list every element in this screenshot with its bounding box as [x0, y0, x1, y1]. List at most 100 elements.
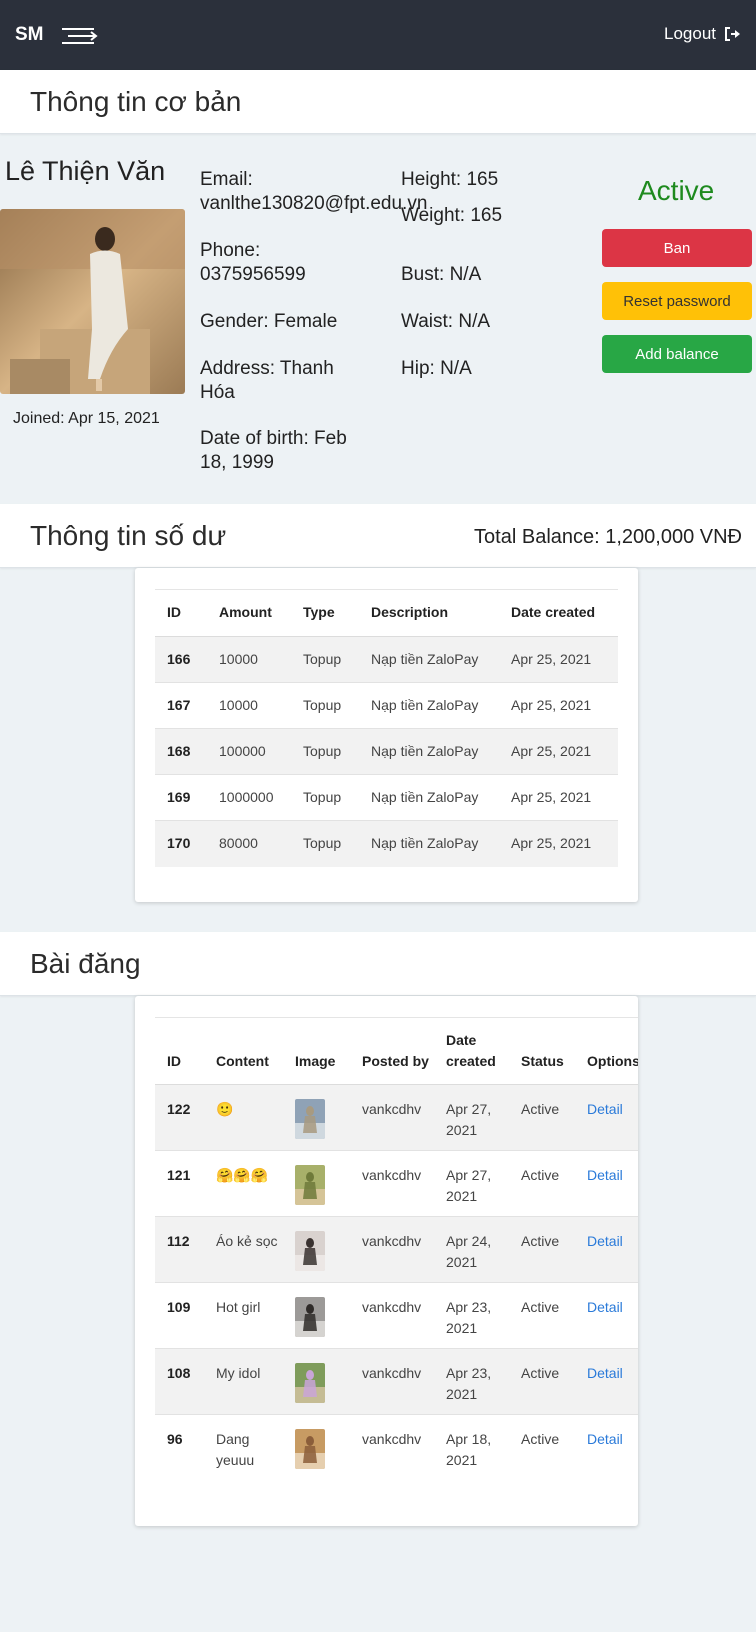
- balance-cell: 169: [155, 774, 207, 821]
- detail-link[interactable]: Detail: [575, 1414, 638, 1481]
- post-status: Active: [509, 1348, 575, 1415]
- detail-link[interactable]: Detail: [575, 1348, 638, 1415]
- user-avatar: [0, 209, 185, 394]
- bust-field: Bust: N/A: [401, 264, 482, 285]
- post-content: 🙂: [204, 1084, 283, 1151]
- balance-cell: Topup: [291, 820, 359, 867]
- posts-header-cell: Status: [509, 1017, 575, 1085]
- detail-link[interactable]: Detail: [575, 1216, 638, 1283]
- table-row: 108 My idol vankcdhv Apr 23, 2021 Active Deta…: [155, 1348, 638, 1415]
- balance-cell: Apr 25, 2021: [499, 728, 618, 775]
- balance-cell: 10000: [207, 636, 291, 683]
- post-content: My idol: [204, 1348, 283, 1415]
- post-author: vankcdhv: [350, 1414, 434, 1481]
- posts-header: Bài đăng: [0, 932, 756, 996]
- post-status: Active: [509, 1414, 575, 1481]
- post-thumbnail[interactable]: [295, 1099, 325, 1139]
- post-content: Áo kẻ sọc: [204, 1216, 283, 1283]
- balance-table: ID Amount Type Description Date created 166 1…: [155, 589, 618, 867]
- detail-link[interactable]: Detail: [575, 1282, 638, 1349]
- post-date: Apr 18, 2021: [434, 1414, 509, 1481]
- table-row: 169 1000000 Topup Nạp tiền ZaloPay Apr 25, 2…: [155, 774, 618, 821]
- brand-logo[interactable]: SM: [15, 24, 44, 46]
- post-image-cell: [283, 1282, 350, 1349]
- basic-info-header: Thông tin cơ bản: [0, 70, 756, 134]
- post-thumbnail[interactable]: [295, 1363, 325, 1403]
- post-id: 121: [155, 1150, 204, 1217]
- posts-card: ID Content Image Posted by Date created Statu…: [135, 996, 638, 1526]
- post-author: vankcdhv: [350, 1348, 434, 1415]
- post-date: Apr 27, 2021: [434, 1150, 509, 1217]
- post-thumbnail[interactable]: [295, 1165, 325, 1205]
- table-row: 166 10000 Topup Nạp tiền ZaloPay Apr 25, 202…: [155, 636, 618, 683]
- balance-cell: 10000: [207, 682, 291, 729]
- post-author: vankcdhv: [350, 1282, 434, 1349]
- balance-header-cell: Description: [359, 589, 499, 637]
- post-id: 112: [155, 1216, 204, 1283]
- posts-header-cell: Options: [575, 1017, 638, 1085]
- balance-cell: Topup: [291, 774, 359, 821]
- balance-header-cell: ID: [155, 589, 207, 637]
- balance-cell: 100000: [207, 728, 291, 775]
- joined-date: Joined: Apr 15, 2021: [13, 410, 160, 427]
- post-thumbnail[interactable]: [295, 1429, 325, 1469]
- post-thumbnail[interactable]: [295, 1297, 325, 1337]
- balance-cell: Nạp tiền ZaloPay: [359, 820, 499, 867]
- balance-cell: Apr 25, 2021: [499, 682, 618, 729]
- balance-cell: Apr 25, 2021: [499, 774, 618, 821]
- post-status: Active: [509, 1282, 575, 1349]
- posts-header-cell: Image: [283, 1017, 350, 1085]
- post-author: vankcdhv: [350, 1216, 434, 1283]
- balance-header-cell: Date created: [499, 589, 618, 637]
- post-thumbnail[interactable]: [295, 1231, 325, 1271]
- dob-field: Date of birth: Feb 18, 1999: [200, 428, 347, 473]
- balance-cell: Nạp tiền ZaloPay: [359, 728, 499, 775]
- email-field: Email: vanlthe130820@fpt.edu.vn: [200, 169, 428, 214]
- balance-cell: 80000: [207, 820, 291, 867]
- address-field: Address: Thanh Hóa: [200, 358, 334, 403]
- post-id: 122: [155, 1084, 204, 1151]
- balance-header-cell: Amount: [207, 589, 291, 637]
- ban-button[interactable]: Ban: [602, 229, 752, 267]
- top-navbar: SM Logout: [0, 0, 756, 70]
- post-content: Hot girl: [204, 1282, 283, 1349]
- logout-button[interactable]: Logout: [664, 24, 740, 44]
- posts-header-cell: ID: [155, 1017, 204, 1085]
- table-row: 122 🙂 vankcdhv Apr 27, 2021 Active Detail: [155, 1084, 638, 1151]
- posts-header-cell: Date created: [434, 1017, 509, 1085]
- balance-cell: Apr 25, 2021: [499, 636, 618, 683]
- balance-card: ID Amount Type Description Date created 166 1…: [135, 568, 638, 902]
- balance-header-cell: Type: [291, 589, 359, 637]
- detail-link[interactable]: Detail: [575, 1150, 638, 1217]
- height-field: Height: 165: [401, 169, 499, 190]
- table-row: 170 80000 Topup Nạp tiền ZaloPay Apr 25, 202…: [155, 820, 618, 867]
- posts-table: ID Content Image Posted by Date created Statu…: [155, 1017, 638, 1481]
- table-row: 121 🤗🤗🤗 vankcdhv Apr 27, 2021 Active Detail: [155, 1150, 638, 1217]
- balance-info-title: Thông tin số dư: [30, 520, 227, 551]
- balance-cell: 1000000: [207, 774, 291, 821]
- table-row: 168 100000 Topup Nạp tiền ZaloPay Apr 25, 20…: [155, 728, 618, 775]
- posts-header-cell: Content: [204, 1017, 283, 1085]
- post-date: Apr 23, 2021: [434, 1282, 509, 1349]
- reset-password-button[interactable]: Reset password: [602, 282, 752, 320]
- balance-info-header: Thông tin số dư Total Balance: 1,200,000…: [0, 504, 756, 568]
- post-date: Apr 23, 2021: [434, 1348, 509, 1415]
- post-status: Active: [509, 1084, 575, 1151]
- balance-cell: Topup: [291, 636, 359, 683]
- post-id: 108: [155, 1348, 204, 1415]
- balance-cell: Nạp tiền ZaloPay: [359, 636, 499, 683]
- post-id: 109: [155, 1282, 204, 1349]
- balance-cell: Topup: [291, 682, 359, 729]
- balance-cell: 170: [155, 820, 207, 867]
- weight-field: Weight: 165: [401, 205, 503, 226]
- post-id: 96: [155, 1414, 204, 1481]
- table-row: 96 Dang yeuuu vankcdhv Apr 18, 2021 Active De…: [155, 1414, 638, 1481]
- waist-field: Waist: N/A: [401, 311, 491, 332]
- post-content: 🤗🤗🤗: [204, 1150, 283, 1217]
- detail-link[interactable]: Detail: [575, 1084, 638, 1151]
- table-row: 112 Áo kẻ sọc vankcdhv Apr 24, 2021 Active De…: [155, 1216, 638, 1283]
- menu-toggle-icon[interactable]: [60, 26, 98, 46]
- add-balance-button[interactable]: Add balance: [602, 335, 752, 373]
- post-date: Apr 24, 2021: [434, 1216, 509, 1283]
- balance-cell: 166: [155, 636, 207, 683]
